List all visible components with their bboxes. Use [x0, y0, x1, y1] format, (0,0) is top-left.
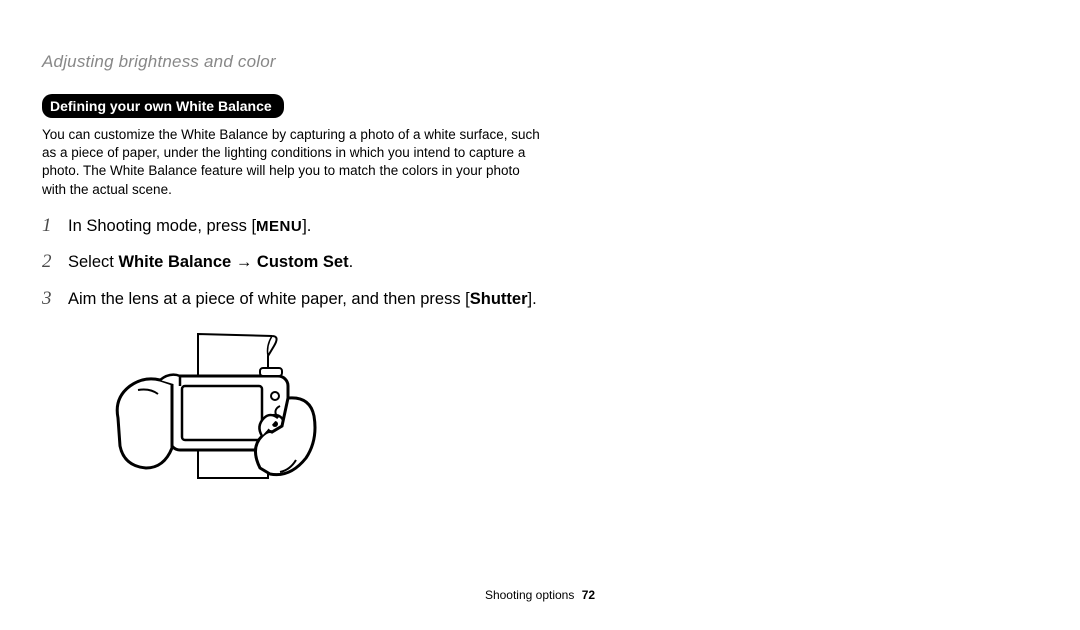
step-number: 3	[42, 284, 68, 314]
illustration	[110, 328, 1038, 503]
section-badge: Defining your own White Balance	[42, 94, 284, 118]
step-1: 1 In Shooting mode, press [MENU].	[42, 211, 1038, 241]
manual-page: Adjusting brightness and color Defining …	[0, 0, 1080, 630]
step-text: Select White Balance → Custom Set.	[68, 249, 353, 275]
bold-text: Shutter	[470, 290, 528, 308]
step-text: In Shooting mode, press [MENU].	[68, 213, 311, 239]
step-number: 1	[42, 211, 68, 241]
page-number: 72	[582, 588, 595, 602]
text-fragment: .	[349, 253, 354, 271]
breadcrumb: Adjusting brightness and color	[42, 52, 1038, 72]
text-fragment: In Shooting mode, press [	[68, 217, 256, 235]
camera-hands-illustration-svg	[110, 328, 320, 498]
text-fragment: ].	[528, 290, 537, 308]
step-list: 1 In Shooting mode, press [MENU]. 2 Sele…	[42, 211, 1038, 314]
intro-paragraph: You can customize the White Balance by c…	[42, 126, 542, 199]
step-number: 2	[42, 247, 68, 277]
footer-section-label: Shooting options	[485, 588, 574, 602]
menu-glyph: MENU	[256, 218, 302, 235]
bold-text: White Balance	[118, 253, 231, 271]
bold-text: Custom Set	[257, 253, 349, 271]
text-fragment: Aim the lens at a piece of white paper, …	[68, 290, 470, 308]
step-2: 2 Select White Balance → Custom Set.	[42, 247, 1038, 277]
text-fragment: ].	[302, 217, 311, 235]
arrow-text: →	[231, 253, 257, 271]
text-fragment: Select	[68, 253, 118, 271]
page-footer: Shooting options 72	[0, 588, 1080, 602]
step-3: 3 Aim the lens at a piece of white paper…	[42, 284, 1038, 314]
step-text: Aim the lens at a piece of white paper, …	[68, 286, 537, 312]
